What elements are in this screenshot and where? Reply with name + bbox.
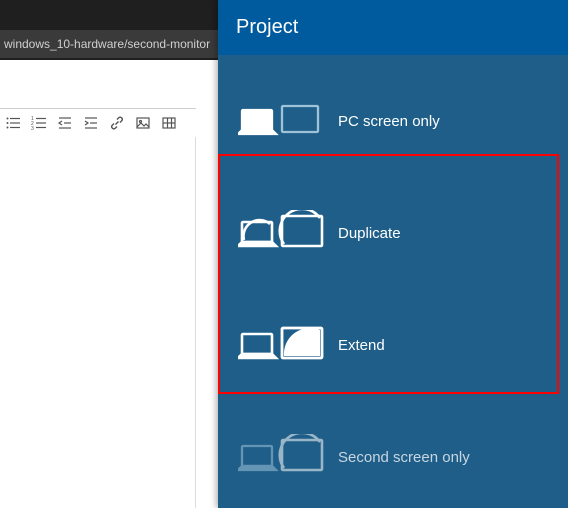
svg-text:3: 3 <box>31 126 34 131</box>
list-bullet-icon[interactable] <box>0 110 26 136</box>
project-option-label: PC screen only <box>338 113 440 130</box>
list-numbered-icon[interactable]: 1 2 3 <box>26 110 52 136</box>
project-option-label: Duplicate <box>338 225 401 242</box>
screenshot-stage: windows_10-hardware/second-monitor 1 2 3 <box>0 0 568 508</box>
project-options-list: PC screen only <box>218 55 568 508</box>
pc-screen-only-icon <box>238 98 330 144</box>
extend-icon <box>238 322 330 368</box>
project-panel-title: Project <box>218 0 568 55</box>
project-option-label: Second screen only <box>338 449 470 466</box>
project-option-pc-screen-only[interactable]: PC screen only <box>218 65 568 177</box>
project-panel: Project <box>218 0 568 508</box>
second-screen-only-icon <box>238 434 330 480</box>
project-option-label: Extend <box>338 337 385 354</box>
project-option-duplicate[interactable]: Duplicate <box>218 177 568 289</box>
outdent-icon[interactable] <box>52 110 78 136</box>
indent-icon[interactable] <box>78 110 104 136</box>
project-option-second-screen-only[interactable]: Second screen only <box>218 401 568 508</box>
editor-content-area <box>0 137 196 508</box>
image-icon[interactable] <box>130 110 156 136</box>
project-option-extend[interactable]: Extend <box>218 289 568 401</box>
table-icon[interactable] <box>156 110 182 136</box>
duplicate-icon <box>238 210 330 256</box>
background-url-bar: windows_10-hardware/second-monitor <box>0 30 220 58</box>
editor-toolbar: 1 2 3 <box>0 108 196 138</box>
link-icon[interactable] <box>104 110 130 136</box>
